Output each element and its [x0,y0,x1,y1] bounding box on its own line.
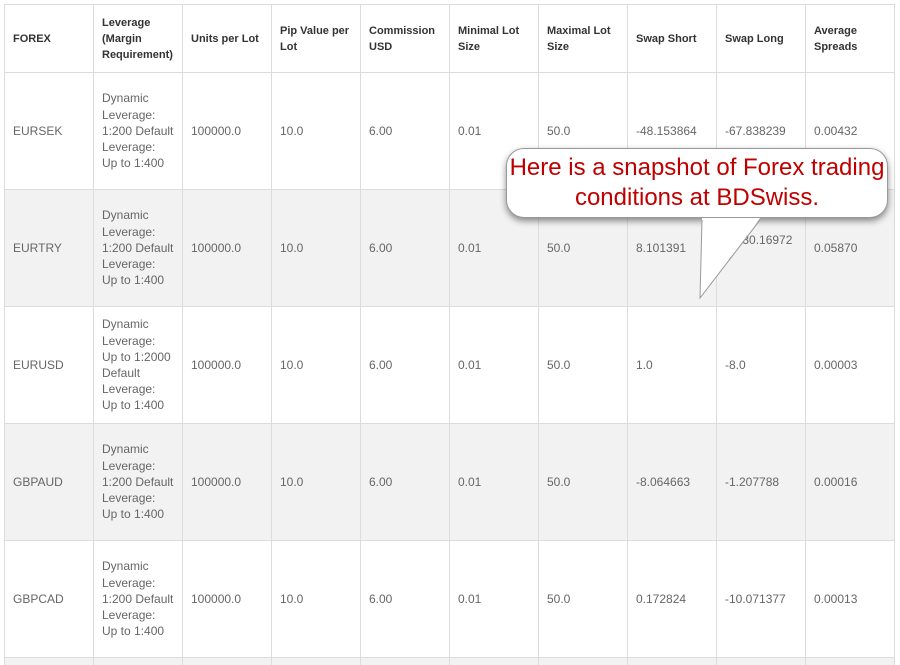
cell-commission: 6.00 [360,423,450,541]
header-forex: FOREX [4,4,94,73]
cell-pip-value: 10.0 [271,423,361,541]
cell-swap-short: 1.0 [627,306,717,424]
cell-commission: 6.00 [360,306,450,424]
cell-leverage: Dynamic Leverage: 1:200 Default Leverage… [93,72,183,190]
cell-avg-spreads: 0.00013 [805,540,895,658]
table-row: GBPAUD Dynamic Leverage: 1:200 Default L… [4,423,895,541]
cell-max-lot: 50.0 [538,306,628,424]
header-leverage: Leverage (Margin Requirement) [93,4,183,73]
cell-min-lot: 0.01 [449,423,539,541]
cell-leverage: Dynamic Leverage: 1:200 Default Leverage… [93,540,183,658]
cell-units-per-lot: 100000.0 [182,72,272,190]
cell-pip-value: 10.0 [271,540,361,658]
cell-forex: GBPAUD [4,423,94,541]
cell-max-lot: 50.0 [538,423,628,541]
cell-commission: 6.00 [360,540,450,658]
forex-conditions-table: FOREX Leverage (Margin Requirement) Unit… [4,4,895,665]
callout-text: Here is a snapshot of Forex trading cond… [509,154,885,211]
table-header-row: FOREX Leverage (Margin Requirement) Unit… [4,4,895,73]
cell-max-lot: 50.0 [538,540,628,658]
cell-units-per-lot: 100000.0 [182,423,272,541]
table-row: GBPCAD Dynamic Leverage: 1:200 Default L… [4,540,895,658]
cell-leverage: Dynamic Leverage: 1:200 Default Leverage… [93,423,183,541]
cell-leverage: Dynamic Leverage: Up to 1:2000 Default L… [93,306,183,424]
table-row-partial [4,657,895,665]
cell-forex: EURUSD [4,306,94,424]
cell-swap-long: -10.071377 [716,540,806,658]
header-min-lot: Minimal Lot Size [449,4,539,73]
cell-swap-short: 0.172824 [627,540,717,658]
header-max-lot: Maximal Lot Size [538,4,628,73]
header-units-per-lot: Units per Lot [182,4,272,73]
cell-units-per-lot: 100000.0 [182,540,272,658]
cell-swap-long: -8.0 [716,306,806,424]
cell-avg-spreads: 0.00016 [805,423,895,541]
cell-pip-value: 10.0 [271,189,361,307]
cell-units-per-lot: 100000.0 [182,189,272,307]
header-swap-long: Swap Long [716,4,806,73]
table-row: EURUSD Dynamic Leverage: Up to 1:2000 De… [4,306,895,424]
cell-pip-value: 10.0 [271,72,361,190]
annotation-callout: Here is a snapshot of Forex trading cond… [506,148,888,218]
cell-leverage: Dynamic Leverage: 1:200 Default Leverage… [93,189,183,307]
cell-min-lot: 0.01 [449,306,539,424]
cell-avg-spreads: 0.00003 [805,306,895,424]
header-commission: Commission USD [360,4,450,73]
cell-swap-short: -8.064663 [627,423,717,541]
cell-forex: EURTRY [4,189,94,307]
cell-commission: 6.00 [360,189,450,307]
cell-units-per-lot: 100000.0 [182,306,272,424]
cell-swap-long: -1.207788 [716,423,806,541]
cell-forex: EURSEK [4,72,94,190]
cell-pip-value: 10.0 [271,306,361,424]
header-swap-short: Swap Short [627,4,717,73]
callout-tail [699,218,761,300]
cell-min-lot: 0.01 [449,540,539,658]
cell-commission: 6.00 [360,72,450,190]
header-avg-spreads: Average Spreads [805,4,895,73]
header-pip-value: Pip Value per Lot [271,4,361,73]
cell-forex: GBPCAD [4,540,94,658]
